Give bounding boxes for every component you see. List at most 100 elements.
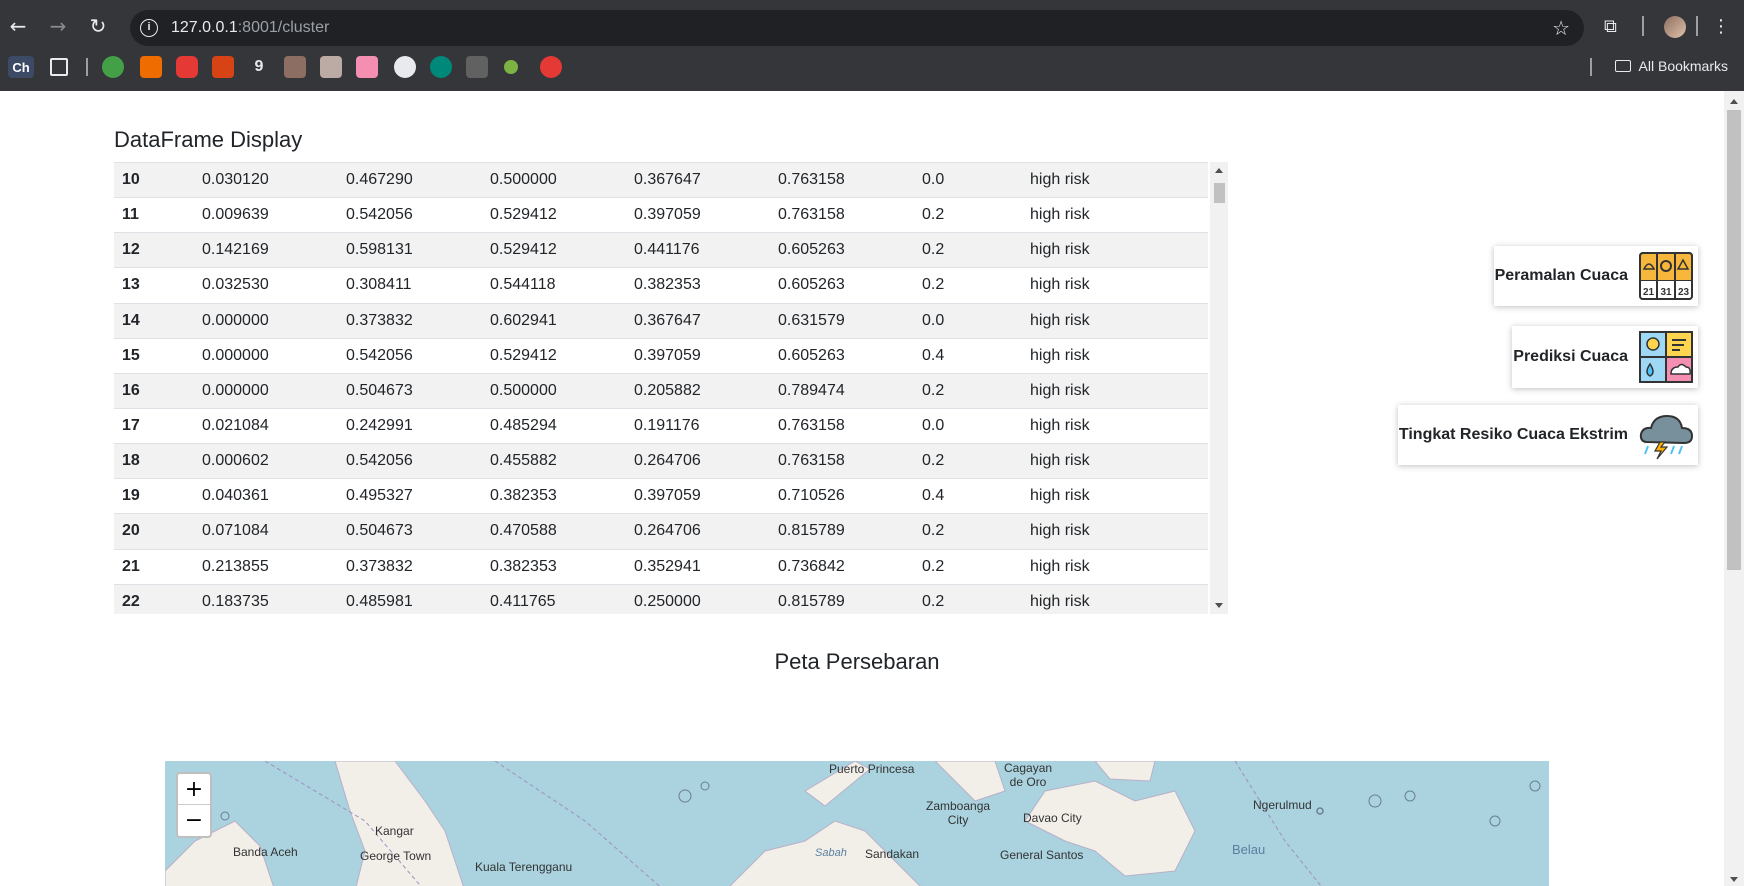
table-cell: 0.382353 [490, 557, 557, 575]
toolbar-divider [1696, 16, 1698, 36]
table-scrollbar[interactable] [1210, 162, 1228, 614]
youtube-icon[interactable] [176, 56, 198, 78]
table-cell: 0.500000 [490, 381, 557, 399]
calendar-weather-icon: 21 31 23 [1639, 252, 1693, 300]
storm-cloud-icon [1639, 414, 1694, 460]
dataframe-table-container[interactable]: 10 0.030120 0.467290 0.500000 0.367647 0.7631… [114, 162, 1228, 614]
map-label-puerto-princesa: Puerto Princesa [829, 762, 915, 776]
bookmark-icon-9[interactable]: 9 [248, 56, 270, 78]
table-cell: 0.000602 [202, 452, 269, 470]
table-cell: 0.2 [922, 206, 945, 224]
dataframe-viewport: 10 0.030120 0.467290 0.500000 0.367647 0.7631… [114, 162, 1208, 614]
table-cell: high risk [1030, 276, 1090, 294]
bookmark-icon-grid[interactable] [466, 56, 488, 78]
profile-avatar[interactable] [1664, 16, 1686, 38]
bookmark-divider [86, 58, 88, 76]
bookmark-icon-photo[interactable] [284, 56, 306, 78]
page-scrollbar[interactable] [1724, 91, 1744, 886]
table-cell: 0.544118 [490, 276, 556, 294]
leaflet-map[interactable]: + − Puerto Princesa Cagayan de Oro Zambo… [165, 761, 1549, 886]
row-index-cell: 10 [122, 171, 140, 189]
row-index-cell: 22 [122, 593, 140, 610]
table-cell: 0.605263 [778, 276, 845, 294]
bookmark-icon-teal[interactable] [430, 56, 452, 78]
all-bookmarks[interactable]: All Bookmarks [1614, 58, 1728, 74]
card-peramalan-cuaca[interactable]: Peramalan Cuaca 21 31 23 [1494, 246, 1698, 306]
row-index-cell: 20 [122, 522, 140, 540]
table-cell: high risk [1030, 557, 1090, 575]
table-scroll-thumb[interactable] [1214, 183, 1225, 203]
table-cell: 0.397059 [634, 346, 701, 364]
address-bar[interactable]: i 127.0.0.1:8001/cluster ☆ [130, 10, 1584, 46]
table-cell: 0.397059 [634, 206, 701, 224]
table-row: 12 0.142169 0.598131 0.529412 0.441176 0.6052… [114, 232, 1208, 268]
menu-kebab-icon[interactable]: ⋮ [1712, 16, 1730, 37]
row-index-cell: 13 [122, 276, 140, 294]
map-label-cagayan: Cagayan de Oro [1004, 761, 1053, 789]
table-cell: 0.021084 [202, 417, 269, 435]
extensions-icon[interactable]: ⧉ [1604, 16, 1617, 37]
bookmark-icon-anime[interactable] [320, 56, 342, 78]
bookmark-star-icon[interactable]: ☆ [1552, 16, 1570, 40]
table-cell: high risk [1030, 346, 1090, 364]
table-cell: 0.009639 [202, 206, 269, 224]
url-host: 127.0.0.1 [171, 19, 238, 36]
bookmark-icon-k[interactable] [212, 56, 234, 78]
bookmark-icon-red[interactable] [540, 56, 562, 78]
back-icon[interactable]: ← [4, 12, 32, 40]
card-tingkat-resiko[interactable]: Tingkat Resiko Cuaca Ekstrim [1398, 405, 1698, 465]
table-cell: 0.736842 [778, 557, 845, 575]
zoom-out-button[interactable]: − [178, 805, 210, 836]
forward-icon[interactable]: → [44, 12, 72, 40]
table-cell: 0.183735 [202, 593, 269, 610]
map-zoom-control: + − [176, 772, 212, 838]
bookmark-icon-green[interactable] [504, 60, 518, 74]
dataframe-table: 10 0.030120 0.467290 0.500000 0.367647 0.7631… [114, 162, 1208, 614]
scroll-down-arrow-icon[interactable] [1215, 603, 1223, 608]
site-info-icon[interactable]: i [140, 19, 158, 37]
page-scroll-down-icon[interactable] [1730, 877, 1738, 882]
map-label-sandakan: Sandakan [865, 847, 920, 861]
table-row: 19 0.040361 0.495327 0.382353 0.397059 0.7105… [114, 478, 1208, 514]
row-index-cell: 19 [122, 487, 140, 505]
table-cell: 0.0 [922, 171, 945, 189]
dataframe-title: DataFrame Display [114, 127, 303, 152]
bookmark-ch[interactable]: Ch [8, 56, 34, 78]
table-cell: 0.605263 [778, 346, 845, 364]
bookmark-icon-1[interactable] [102, 56, 124, 78]
table-cell: high risk [1030, 311, 1090, 329]
reload-icon[interactable]: ↻ [84, 12, 112, 40]
table-row: 13 0.032530 0.308411 0.544118 0.382353 0.6052… [114, 267, 1208, 304]
card-prediksi-cuaca[interactable]: Prediksi Cuaca [1512, 326, 1698, 388]
table-cell: 0.382353 [490, 487, 557, 505]
table-cell: high risk [1030, 487, 1090, 505]
table-cell: 0.242991 [346, 417, 413, 435]
table-cell: high risk [1030, 593, 1090, 610]
github-icon[interactable] [394, 56, 416, 78]
page-scroll-thumb[interactable] [1727, 110, 1741, 570]
row-index-cell: 16 [122, 381, 140, 399]
shopee-icon[interactable] [140, 56, 162, 78]
url-text[interactable]: 127.0.0.1:8001/cluster [171, 19, 329, 37]
toolbar-divider [1642, 16, 1644, 36]
table-cell: 0.789474 [778, 381, 845, 399]
page-scroll-up-icon[interactable] [1730, 99, 1738, 104]
table-cell: 0.191176 [634, 417, 700, 435]
table-cell: 0.0 [922, 311, 945, 329]
table-row: 18 0.000602 0.542056 0.455882 0.264706 0.7631… [114, 443, 1208, 479]
table-row: 14 0.000000 0.373832 0.602941 0.367647 0.6315… [114, 303, 1208, 339]
zoom-in-button[interactable]: + [178, 774, 210, 805]
table-cell: 0.529412 [490, 206, 557, 224]
url-path: :8001/cluster [237, 19, 330, 36]
row-index-cell: 12 [122, 241, 140, 259]
scroll-up-arrow-icon[interactable] [1215, 168, 1223, 173]
bookmark-icon-art[interactable] [356, 56, 378, 78]
card-resiko-label: Tingkat Resiko Cuaca Ekstrim [1398, 426, 1628, 443]
map-title: Peta Persebaran [774, 649, 940, 674]
table-cell: 0.500000 [490, 171, 557, 189]
apps-grid-icon[interactable] [50, 58, 68, 76]
table-cell: 0.815789 [778, 522, 845, 540]
table-cell: 0.441176 [634, 241, 700, 259]
table-row: 10 0.030120 0.467290 0.500000 0.367647 0.7631… [114, 162, 1208, 198]
map-label-banda-aceh: Banda Aceh [233, 845, 298, 859]
